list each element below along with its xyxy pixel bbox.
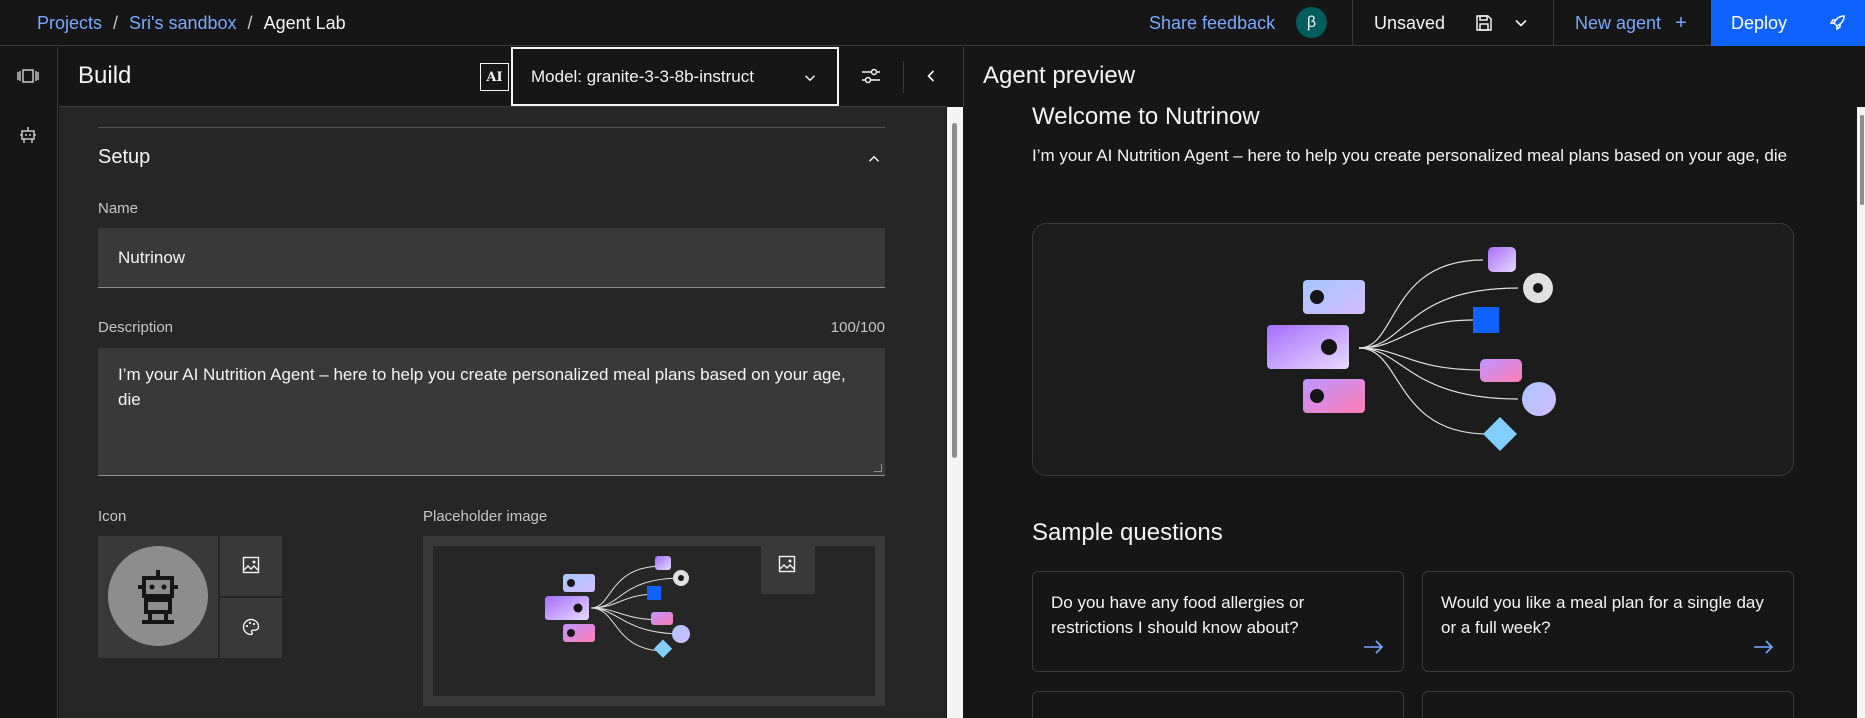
build-title: Build xyxy=(78,62,132,89)
placeholder-upload-button[interactable] xyxy=(761,536,815,594)
setup-section-title[interactable]: Setup xyxy=(98,146,150,169)
placeholder-image-preview xyxy=(423,536,885,706)
description-counter: 100/100 xyxy=(830,319,885,336)
chevron-up-icon[interactable] xyxy=(865,150,883,168)
build-form: Setup Name Nutrinow Description 100/100 … xyxy=(59,108,946,718)
robot-icon xyxy=(138,570,178,624)
icon-label: Icon xyxy=(98,508,127,525)
name-input[interactable]: Nutrinow xyxy=(98,228,885,288)
chevron-down-icon xyxy=(804,75,816,82)
new-agent-button[interactable]: New agent + xyxy=(1553,0,1711,46)
breadcrumb-separator: / xyxy=(113,12,119,33)
image-icon xyxy=(778,555,796,573)
breadcrumb-projects[interactable]: Projects xyxy=(37,13,102,34)
model-label: Model: granite-3-3-8b-instruct xyxy=(531,66,754,86)
bot-icon[interactable] xyxy=(16,123,40,147)
description-textarea[interactable]: I’m your AI Nutrition Agent – here to he… xyxy=(98,348,885,476)
new-agent-label: New agent xyxy=(1575,12,1662,33)
plus-icon: + xyxy=(1675,11,1687,34)
welcome-heading: Welcome to Nutrinow xyxy=(1032,103,1260,130)
top-bar: Projects / Sri's sandbox / Agent Lab Sha… xyxy=(0,0,1865,46)
sample-question-card[interactable]: Do you have any food allergies or restri… xyxy=(1032,571,1404,672)
upload-image-button[interactable] xyxy=(220,536,282,596)
sample-question-text: Would you like a meal plan for a single … xyxy=(1441,593,1764,637)
section-divider xyxy=(98,127,885,128)
breadcrumb-sandbox[interactable]: Sri's sandbox xyxy=(129,13,237,34)
build-header: Build AI Model: granite-3-3-8b-instruct xyxy=(59,47,946,107)
arrow-right-icon xyxy=(1754,640,1774,654)
hero-illustration-card xyxy=(1032,223,1794,476)
placeholder-image-label: Placeholder image xyxy=(423,508,548,525)
rocket-icon xyxy=(1829,15,1845,31)
sample-question-card[interactable]: Would you like a meal plan for a single … xyxy=(1422,571,1794,672)
sample-question-text: Do you have any food allergies or restri… xyxy=(1051,593,1305,637)
share-feedback-link[interactable]: Share feedback xyxy=(1149,0,1275,46)
divider xyxy=(903,61,904,93)
agent-flow-illustration xyxy=(1267,247,1556,451)
color-palette-button[interactable] xyxy=(220,598,282,658)
save-icon[interactable] xyxy=(1474,13,1494,33)
divider xyxy=(1352,0,1353,46)
agent-flow-icon[interactable] xyxy=(16,64,40,88)
name-label: Name xyxy=(98,200,139,217)
deploy-label: Deploy xyxy=(1731,12,1788,33)
ai-badge: AI xyxy=(480,63,509,91)
left-rail xyxy=(0,47,58,718)
preview-header: Agent preview xyxy=(963,47,1865,107)
breadcrumb: Projects / Sri's sandbox / Agent Lab xyxy=(37,0,346,46)
breadcrumb-current: Agent Lab xyxy=(263,12,346,33)
arrow-right-icon xyxy=(1364,640,1384,654)
palette-icon xyxy=(242,618,260,636)
avatar xyxy=(108,546,208,646)
beta-badge: β xyxy=(1296,7,1327,38)
chevron-left-icon[interactable] xyxy=(921,66,941,86)
build-panel: Build AI Model: granite-3-3-8b-instruct … xyxy=(59,47,946,718)
breadcrumb-separator: / xyxy=(247,12,253,33)
sample-questions-heading: Sample questions xyxy=(1032,519,1223,546)
build-scrollbar-thumb[interactable] xyxy=(952,123,957,458)
save-status: Unsaved xyxy=(1374,12,1446,33)
description-label: Description xyxy=(98,319,174,336)
deploy-button[interactable]: Deploy xyxy=(1711,0,1865,46)
chevron-down-icon[interactable] xyxy=(1511,13,1531,33)
build-scrollbar-track[interactable] xyxy=(941,107,946,718)
preview-title: Agent preview xyxy=(983,62,1136,89)
intro-text: I’m your AI Nutrition Agent – here to he… xyxy=(1032,146,1788,165)
model-select[interactable]: Model: granite-3-3-8b-instruct xyxy=(511,47,839,106)
preview-scrollbar-thumb[interactable] xyxy=(1860,115,1864,205)
settings-sliders-icon[interactable] xyxy=(860,65,882,87)
resize-handle[interactable] xyxy=(874,464,882,472)
image-icon xyxy=(242,556,260,574)
agent-icon-preview xyxy=(98,536,218,658)
description-text: I’m your AI Nutrition Agent – here to he… xyxy=(118,365,846,409)
sample-question-card[interactable] xyxy=(1422,691,1794,718)
sample-question-card[interactable] xyxy=(1032,691,1404,718)
